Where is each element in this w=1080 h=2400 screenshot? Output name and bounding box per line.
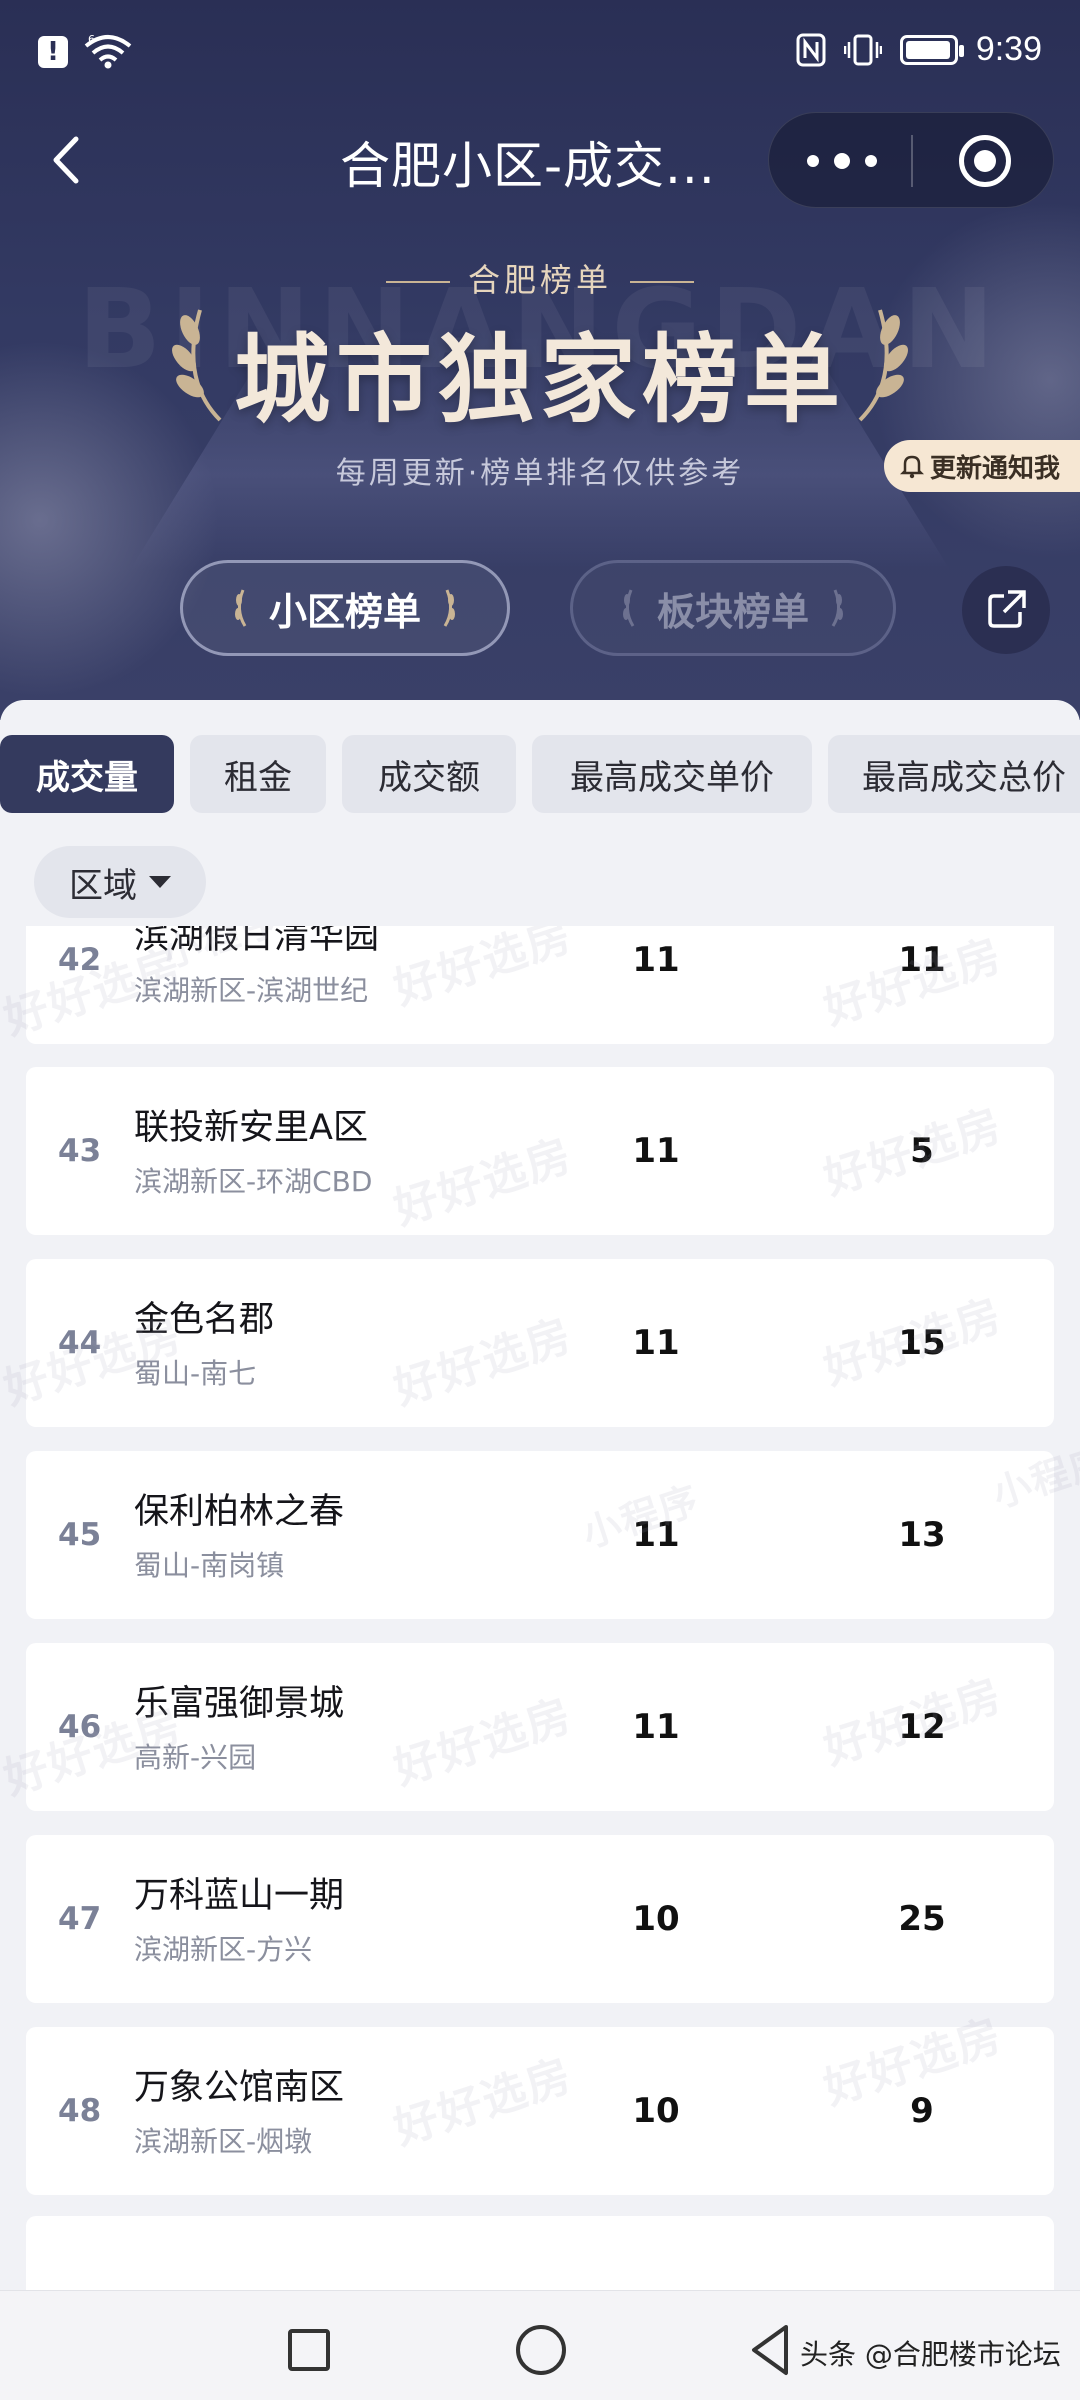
- tab-volume[interactable]: 成交量: [0, 735, 174, 813]
- list-item[interactable]: 42 滨湖假日清华园 滨湖新区-滨湖世纪 11 11: [26, 926, 1054, 1044]
- community-name: 万科蓝山一期: [134, 1876, 345, 1916]
- header-banner: ! 6 9:39 合肥小区-成交... BINNANGDAN 合肥榜单 城市独家…: [0, 0, 1080, 720]
- community-location: 蜀山-南七: [134, 1357, 257, 1390]
- area-filter-label: 区域: [69, 865, 137, 906]
- metric-value-secondary: 13: [898, 1515, 946, 1555]
- community-name: 联投新安里A区: [134, 1108, 368, 1148]
- metric-value-primary: 10: [632, 2091, 680, 2131]
- tab-volume-label: 成交量: [36, 757, 138, 798]
- tab-amount[interactable]: 成交额: [342, 735, 516, 813]
- status-bar: ! 6 9:39: [0, 0, 1080, 115]
- wifi-icon: 6: [84, 34, 132, 69]
- metric-value-primary: 11: [632, 940, 680, 980]
- signal-label: 6: [88, 34, 95, 46]
- miniprogram-capsule: [768, 112, 1054, 208]
- laurel-small-left-icon: [234, 589, 247, 627]
- metric-value-primary: 11: [632, 1515, 680, 1555]
- metric-value-primary: 11: [632, 1323, 680, 1363]
- community-name: 乐富强御景城: [134, 1684, 345, 1724]
- notify-me-button[interactable]: 更新通知我: [883, 440, 1080, 492]
- rank-number: 47: [58, 1901, 102, 1937]
- bell-icon: [899, 455, 924, 479]
- caret-down-icon: [149, 876, 171, 888]
- alert-icon: !: [38, 36, 68, 68]
- community-name: 滨湖假日清华园: [134, 926, 380, 957]
- metric-value-secondary: 15: [898, 1323, 946, 1363]
- area-filter-dropdown[interactable]: 区域: [34, 846, 206, 918]
- tab-max-total-price[interactable]: 最高成交总价: [828, 735, 1080, 813]
- metric-value-secondary: 5: [910, 1131, 934, 1171]
- list-item[interactable]: 44 金色名郡 蜀山-南七 11 15: [26, 1259, 1054, 1427]
- home-icon[interactable]: [516, 2325, 566, 2375]
- tab-amount-label: 成交额: [378, 757, 480, 798]
- community-name: 万象公馆南区: [134, 2068, 345, 2108]
- ranking-panel: 成交量 租金 成交额 最高成交单价 最高成交总价 区域 42 滨湖假日清华园 滨…: [0, 700, 1080, 2290]
- tab-max-unit-price[interactable]: 最高成交单价: [532, 735, 812, 813]
- community-location: 滨湖新区-环湖CBD: [134, 1165, 373, 1198]
- laurel-small-right-icon: [831, 589, 843, 627]
- tab-max-unit-price-label: 最高成交单价: [570, 757, 774, 798]
- back-triangle-icon[interactable]: [748, 2323, 792, 2377]
- rank-number: 46: [58, 1709, 102, 1745]
- more-icon[interactable]: [807, 143, 877, 179]
- community-name: 金色名郡: [134, 1300, 275, 1340]
- notify-label: 更新通知我: [929, 453, 1060, 484]
- metric-value-secondary: 9: [910, 2091, 934, 2131]
- metric-tabs: 成交量 租金 成交额 最高成交单价 最高成交总价: [0, 735, 1080, 813]
- capsule-divider: [911, 135, 913, 187]
- rank-number: 45: [58, 1517, 102, 1553]
- metric-value-secondary: 12: [898, 1707, 946, 1747]
- community-location: 滨湖新区-烟墩: [134, 2125, 313, 2158]
- system-navigation-bar: 头条 @合肥楼市论坛: [0, 2290, 1080, 2400]
- battery-icon: [899, 34, 964, 65]
- community-location: 滨湖新区-滨湖世纪: [134, 974, 369, 1007]
- page-title: 合肥小区-成交...: [340, 137, 716, 195]
- nfc-icon: [796, 33, 826, 66]
- recent-apps-icon[interactable]: [288, 2329, 330, 2371]
- tab-community-ranking[interactable]: 小区榜单: [180, 560, 510, 656]
- community-location: 高新-兴园: [134, 1741, 257, 1774]
- banner-subtitle: 合肥榜单: [467, 261, 612, 299]
- list-item[interactable]: 47 万科蓝山一期 滨湖新区-方兴 10 25: [26, 1835, 1054, 2003]
- banner-subtitle-row: 合肥榜单: [0, 255, 1080, 301]
- rank-number: 44: [58, 1325, 102, 1361]
- laurel-small-left-icon: [622, 589, 635, 627]
- tab-community-label: 小区榜单: [268, 589, 421, 634]
- banner-title: 城市独家榜单: [234, 324, 846, 436]
- status-time: 9:39: [975, 30, 1042, 68]
- share-button[interactable]: [962, 566, 1050, 654]
- back-icon[interactable]: [36, 125, 96, 195]
- list-item[interactable]: 48 万象公馆南区 滨湖新区-烟墩 10 9: [26, 2027, 1054, 2195]
- share-icon: [988, 590, 1026, 628]
- target-icon[interactable]: [959, 135, 1011, 187]
- metric-value-primary: 11: [632, 1707, 680, 1747]
- vibrate-icon: [843, 34, 882, 65]
- community-name: 保利柏林之春: [134, 1492, 345, 1532]
- tab-rent[interactable]: 租金: [190, 735, 326, 813]
- laurel-small-right-icon: [443, 589, 455, 627]
- tab-district-ranking[interactable]: 板块榜单: [570, 560, 896, 656]
- list-item[interactable]: 45 保利柏林之春 蜀山-南岗镇 11 13: [26, 1451, 1054, 1619]
- community-location: 蜀山-南岗镇: [134, 1549, 285, 1582]
- rank-number: 43: [58, 1133, 102, 1169]
- metric-value-secondary: 25: [898, 1899, 946, 1939]
- ranking-list: 42 滨湖假日清华园 滨湖新区-滨湖世纪 11 11 43 联投新安里A区 滨湖…: [0, 926, 1080, 2290]
- metric-value-primary: 11: [632, 1131, 680, 1171]
- tab-rent-label: 租金: [224, 757, 292, 798]
- list-item[interactable]: 46 乐富强御景城 高新-兴园 11 12: [26, 1643, 1054, 1811]
- source-watermark: 头条 @合肥楼市论坛: [800, 2338, 1061, 2371]
- community-location: 滨湖新区-方兴: [134, 1933, 313, 1966]
- metric-value-secondary: 11: [898, 940, 946, 980]
- metric-value-primary: 10: [632, 1899, 680, 1939]
- tab-district-label: 板块榜单: [656, 589, 809, 634]
- list-item[interactable]: 43 联投新安里A区 滨湖新区-环湖CBD 11 5: [26, 1067, 1054, 1235]
- list-item-partial[interactable]: [26, 2216, 1054, 2290]
- tab-max-total-price-label: 最高成交总价: [862, 757, 1066, 798]
- rank-number: 48: [58, 2093, 102, 2129]
